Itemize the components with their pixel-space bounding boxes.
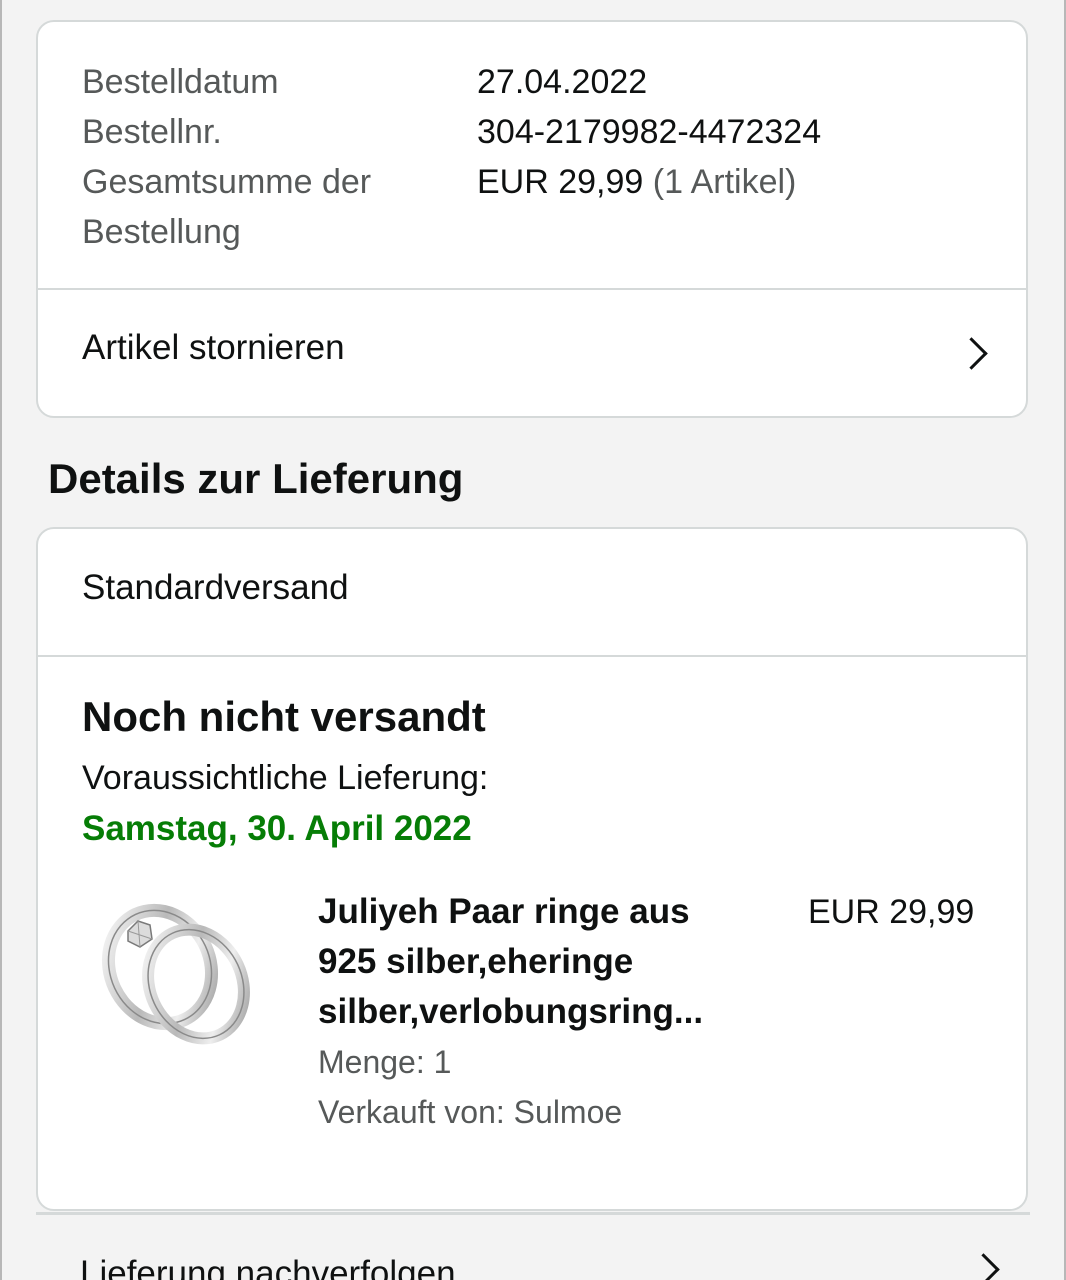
cancel-items-row[interactable]: Artikel stornieren [38, 290, 1026, 416]
order-total-items: (1 Artikel) [652, 163, 797, 201]
product-quantity: Menge: 1 [318, 1044, 452, 1080]
product-seller: Verkauft von: Sulmoe [318, 1094, 623, 1130]
product-title-line2: 925 silber,eheringe [318, 942, 634, 981]
shipment-status: Noch nicht versandt [82, 693, 486, 740]
order-total-label: Gesamtsumme der Bestellung [82, 157, 371, 257]
product-title-line1: Juliyeh Paar ringe aus [318, 892, 690, 931]
left-edge [0, 0, 2, 1280]
track-delivery-row[interactable]: Lieferung nachverfolgen [36, 1212, 1030, 1280]
order-summary-card: Bestelldatum 27.04.2022 Bestellnr. 304-2… [36, 20, 1028, 418]
order-number-value: 304-2179982-4472324 [477, 113, 822, 151]
product-price: EUR 29,99 [808, 893, 975, 931]
chevron-right-icon [967, 1253, 1000, 1280]
estimated-delivery-label: Voraussichtliche Lieferung: [82, 759, 489, 797]
chevron-right-icon [955, 337, 988, 370]
cancel-items-label: Artikel stornieren [82, 328, 345, 367]
order-total-label-line1: Gesamtsumme der [82, 163, 372, 201]
product-title[interactable]: Juliyeh Paar ringe aus 925 silber,eherin… [318, 887, 748, 1037]
order-date-label: Bestelldatum [82, 63, 279, 101]
order-total-label-line2: Bestellung [82, 213, 241, 251]
delivery-details-heading: Details zur Lieferung [48, 455, 464, 502]
estimated-delivery-date: Samstag, 30. April 2022 [82, 809, 472, 848]
track-divider [36, 1212, 1030, 1215]
delivery-divider [38, 655, 1026, 657]
order-date-value: 27.04.2022 [477, 63, 648, 101]
product-image[interactable] [98, 889, 258, 1069]
delivery-card: Standardversand Noch nicht versandt Vora… [36, 527, 1028, 1211]
ring-pair-image [101, 903, 250, 1045]
track-delivery-label: Lieferung nachverfolgen [80, 1254, 456, 1280]
order-total-value: EUR 29,99 (1 Artikel) [477, 157, 796, 207]
product-title-line3: silber,verlobungsring... [318, 992, 704, 1031]
order-number-label: Bestellnr. [82, 113, 222, 151]
order-total-amount: EUR 29,99 [477, 163, 644, 201]
shipping-method: Standardversand [82, 568, 349, 607]
